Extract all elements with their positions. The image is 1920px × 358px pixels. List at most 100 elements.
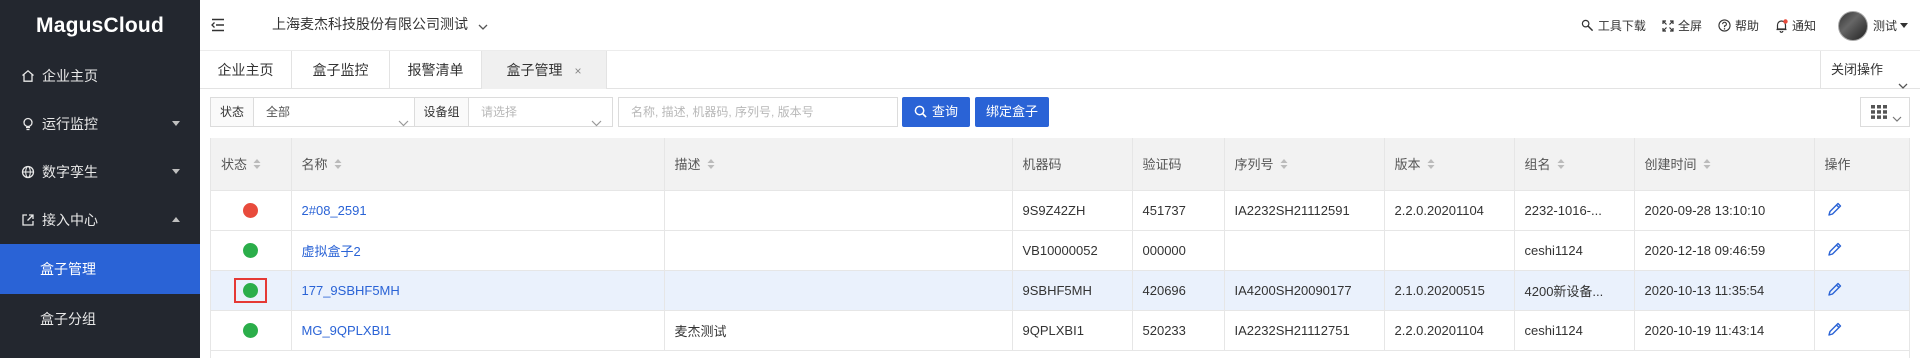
- sidebar-subitem-label: 盒子管理: [40, 261, 96, 277]
- tab-enterprise-home[interactable]: 企业主页: [200, 51, 292, 89]
- notify-link[interactable]: 通知: [1775, 17, 1816, 34]
- chevron-down-icon: [398, 109, 409, 137]
- box-name-link[interactable]: 虚拟盒子2: [302, 244, 361, 259]
- column-header-created[interactable]: 创建时间: [1634, 138, 1815, 191]
- sidebar-item-digital-twin[interactable]: 数字孪生: [0, 148, 200, 196]
- machine-code-cell: 9S9Z42ZH: [1012, 190, 1133, 230]
- column-header-group[interactable]: 组名: [1514, 138, 1635, 191]
- status-dot-online: [243, 243, 259, 259]
- box-name-link[interactable]: 2#08_2591: [302, 203, 367, 218]
- column-header-serial[interactable]: 序列号: [1224, 138, 1385, 191]
- query-button[interactable]: 查询: [902, 97, 970, 127]
- column-header-label: 版本: [1394, 157, 1421, 173]
- sidebar-subitem-box-group[interactable]: 盒子分组: [0, 294, 200, 344]
- actions-cell: [1814, 310, 1909, 350]
- device-group-select[interactable]: 请选择: [469, 97, 613, 127]
- status-select[interactable]: 全部: [254, 97, 420, 127]
- column-header-machine-code: 机器码: [1012, 138, 1133, 191]
- company-selector[interactable]: 上海麦杰科技股份有限公司测试: [272, 0, 488, 51]
- column-header-label: 创建时间: [1644, 157, 1697, 173]
- column-settings-button[interactable]: [1860, 97, 1910, 127]
- selection-highlight-box: [234, 277, 268, 303]
- edit-icon[interactable]: [1827, 281, 1843, 300]
- actions-cell: [1814, 190, 1909, 230]
- menu-collapse-icon[interactable]: [210, 16, 228, 34]
- help-icon: [1718, 19, 1731, 32]
- version-cell: 2.2.0.20201104: [1384, 310, 1515, 350]
- sort-icon[interactable]: [334, 158, 342, 173]
- chevron-down-icon: [1892, 109, 1902, 125]
- column-header-description[interactable]: 描述: [664, 138, 1013, 191]
- sort-icon[interactable]: [1557, 158, 1565, 173]
- bind-box-button[interactable]: 绑定盒子: [975, 97, 1049, 127]
- sidebar-subitem-label: 盒子分组: [40, 311, 96, 327]
- group-cell: ceshi1124: [1514, 230, 1635, 270]
- edit-icon[interactable]: [1827, 201, 1843, 220]
- help-label: 帮助: [1734, 19, 1759, 33]
- tools-download-link[interactable]: 工具下载: [1581, 17, 1646, 34]
- close-operations-label: 关闭操作: [1831, 62, 1884, 77]
- column-header-label: 验证码: [1142, 157, 1182, 173]
- status-filter-label: 状态: [210, 97, 254, 127]
- sidebar-subitem-box-management[interactable]: 盒子管理: [0, 244, 200, 294]
- column-header-label: 描述: [674, 157, 701, 173]
- app-logo: MagusCloud: [36, 14, 164, 37]
- table-row[interactable]: 2#08_2591 9S9Z42ZH 451737 IA2232SH211125…: [211, 190, 1909, 230]
- serial-cell: IA4200SH20090177: [1224, 270, 1385, 310]
- group-cell: ceshi1124: [1514, 310, 1635, 350]
- help-link[interactable]: 帮助: [1718, 17, 1759, 34]
- close-operations-dropdown[interactable]: 关闭操作: [1820, 51, 1920, 89]
- header-actions: 工具下载 全屏 帮助 通知 测试: [1581, 0, 1920, 51]
- tab-box-monitor[interactable]: 盒子监控: [292, 51, 390, 89]
- edit-icon[interactable]: [1827, 321, 1843, 340]
- search-input[interactable]: [618, 97, 898, 127]
- sidebar-item-run-monitor[interactable]: 运行监控: [0, 100, 200, 148]
- box-name-link[interactable]: MG_9QPLXBI1: [302, 323, 392, 338]
- actions-cell: [1814, 270, 1909, 310]
- user-menu[interactable]: 测试: [1873, 17, 1908, 34]
- sort-icon[interactable]: [253, 158, 261, 173]
- tab-box-management[interactable]: 盒子管理 ×: [482, 51, 607, 89]
- tab-label: 企业主页: [217, 62, 274, 78]
- created-cell: 2020-09-28 13:10:10: [1634, 190, 1815, 230]
- sort-icon[interactable]: [1280, 158, 1288, 173]
- sidebar-item-label: 接入中心: [42, 212, 98, 228]
- sort-icon[interactable]: [1427, 158, 1435, 173]
- avatar[interactable]: [1837, 10, 1868, 41]
- status-select-value: 全部: [266, 105, 291, 119]
- company-name: 上海麦杰科技股份有限公司测试: [272, 16, 468, 32]
- table-row[interactable]: 虚拟盒子2 VB10000052 000000 ceshi1124 2020-1…: [211, 230, 1909, 270]
- chevron-up-icon: [172, 217, 180, 222]
- tab-alarm-list[interactable]: 报警清单: [390, 51, 482, 89]
- table-row-highlighted[interactable]: 177_9SBHF5MH 9SBHF5MH 420696 IA4200SH200…: [211, 270, 1909, 310]
- sidebar-item-label: 企业主页: [42, 68, 98, 84]
- close-icon[interactable]: ×: [574, 64, 581, 78]
- tools-download-label: 工具下载: [1597, 19, 1646, 33]
- fullscreen-link[interactable]: 全屏: [1662, 17, 1702, 34]
- sort-icon[interactable]: [707, 158, 715, 173]
- verify-code-cell: 520233: [1132, 310, 1225, 350]
- sort-icon[interactable]: [1703, 158, 1711, 173]
- description-cell: [664, 270, 1013, 310]
- column-header-version[interactable]: 版本: [1384, 138, 1515, 191]
- description-cell: [664, 190, 1013, 230]
- machine-code-cell: VB10000052: [1012, 230, 1133, 270]
- status-cell: [211, 190, 292, 230]
- box-name-link[interactable]: 177_9SBHF5MH: [302, 283, 400, 298]
- column-header-label: 机器码: [1022, 157, 1062, 173]
- column-header-status[interactable]: 状态: [211, 138, 292, 191]
- column-header-name[interactable]: 名称: [291, 138, 665, 191]
- chevron-down-icon: [172, 169, 180, 174]
- table-row[interactable]: MG_9QPLXBI1 麦杰测试 9QPLXBI1 520233 IA2232S…: [211, 310, 1909, 350]
- column-header-verify-code: 验证码: [1132, 138, 1225, 191]
- edit-icon[interactable]: [1827, 241, 1843, 260]
- sidebar-item-access-center[interactable]: 接入中心: [0, 196, 200, 244]
- status-cell: [211, 230, 292, 270]
- notify-label: 通知: [1791, 19, 1816, 33]
- column-header-actions: 操作: [1814, 138, 1909, 191]
- device-group-placeholder: 请选择: [481, 105, 518, 119]
- sidebar-item-enterprise-home[interactable]: 企业主页: [0, 52, 200, 100]
- group-cell: 4200新设备...: [1514, 270, 1635, 310]
- fullscreen-label: 全屏: [1677, 19, 1702, 33]
- external-link-icon: [20, 212, 36, 228]
